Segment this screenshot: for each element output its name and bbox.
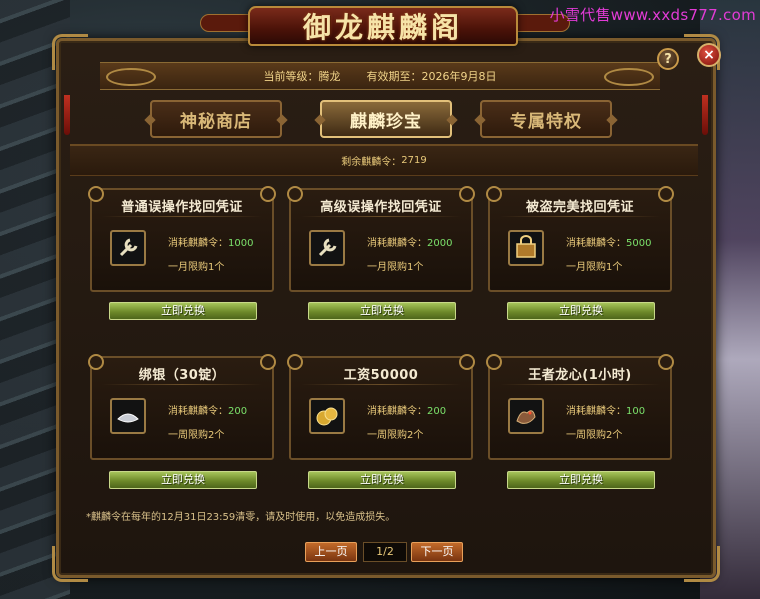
item-limit: 一周限购2个: [566, 430, 623, 441]
item-limit: 一周限购2个: [168, 430, 225, 441]
corner-ornament: [52, 34, 88, 70]
redeem-button[interactable]: 立即兑换: [308, 471, 456, 489]
chest-icon: [508, 230, 544, 266]
help-button[interactable]: ?: [657, 48, 679, 70]
tassel-ornament: [64, 95, 70, 135]
item-cost: 消耗麒麟令：5000: [566, 238, 652, 249]
pagination: 上一页 1/2 下一页: [305, 542, 465, 564]
dragon-heart-icon: [508, 398, 544, 434]
item-cost: 消耗麒麟令：200: [168, 406, 248, 417]
item-limit: 一周限购2个: [367, 430, 424, 441]
reset-notice: *麒麟令在每年的12月31日23:59清零，请及时使用，以免造成损失。: [86, 512, 396, 523]
item-cost: 消耗麒麟令：200: [367, 406, 447, 417]
item-limit: 一月限购1个: [367, 262, 424, 273]
tab-mystery-shop[interactable]: 神秘商店: [150, 100, 282, 138]
watermark: 小雪代售www.xxds777.com: [549, 6, 756, 24]
shop-item-card: 普通误操作找回凭证 消耗麒麟令：1000 一月限购1个: [88, 186, 276, 292]
cloud-ornament-icon: [604, 68, 654, 86]
tab-qilin-treasure[interactable]: 麒麟珍宝: [320, 100, 452, 138]
redeem-button[interactable]: 立即兑换: [109, 302, 257, 320]
wrench-icon: [110, 230, 146, 266]
corner-ornament: [52, 546, 88, 582]
item-title: 工资50000: [343, 368, 419, 383]
redeem-button[interactable]: 立即兑换: [109, 471, 257, 489]
shop-item-card: 王者龙心(1小时) 消耗麒麟令：100 一周限购2个: [486, 354, 674, 460]
window-title: 御龙麒麟阁: [302, 11, 463, 44]
next-page-button[interactable]: 下一页: [411, 542, 463, 562]
item-cost: 消耗麒麟令：1000: [168, 238, 254, 249]
shop-item-card: 绑银（30锭） 消耗麒麟令：200 一周限购2个: [88, 354, 276, 460]
item-title: 被盗完美找回凭证: [525, 200, 634, 215]
wrench-icon: [309, 230, 345, 266]
cloud-ornament-icon: [106, 68, 156, 86]
gold-coins-icon: [309, 398, 345, 434]
item-title: 绑银（30锭）: [138, 368, 226, 383]
close-button[interactable]: ×: [697, 43, 721, 67]
item-limit: 一月限购1个: [566, 262, 623, 273]
shop-item-card: 高级误操作找回凭证 消耗麒麟令：2000 一月限购1个: [287, 186, 475, 292]
tab-bar: 神秘商店 麒麟珍宝 专属特权: [150, 100, 620, 142]
redeem-button[interactable]: 立即兑换: [507, 302, 655, 320]
redeem-button[interactable]: 立即兑换: [507, 471, 655, 489]
tab-exclusive-privilege[interactable]: 专属特权: [480, 100, 612, 138]
remaining-tokens-value: 2719: [401, 155, 427, 166]
prev-page-button[interactable]: 上一页: [305, 542, 357, 562]
shop-item-card: 工资50000 消耗麒麟令：200 一周限购2个: [287, 354, 475, 460]
player-info-bar: 当前等级：腾龙 有效期至：2026年9月8日: [100, 62, 660, 90]
item-limit: 一月限购1个: [168, 262, 225, 273]
item-title: 普通误操作找回凭证: [121, 200, 243, 215]
silver-ingot-icon: [110, 398, 146, 434]
window-title-banner: 御龙麒麟阁: [248, 6, 518, 46]
page-indicator: 1/2: [363, 542, 407, 562]
redeem-button[interactable]: 立即兑换: [308, 302, 456, 320]
corner-ornament: [684, 546, 720, 582]
shop-item-card: 被盗完美找回凭证 消耗麒麟令：5000 一月限购1个: [486, 186, 674, 292]
expire-info: 有效期至：2026年9月8日: [366, 70, 497, 83]
item-cost: 消耗麒麟令：2000: [367, 238, 453, 249]
item-title: 王者龙心(1小时): [528, 368, 632, 383]
item-cost: 消耗麒麟令：100: [566, 406, 646, 417]
level-info: 当前等级：腾龙: [263, 70, 341, 83]
remaining-tokens: 剩余麒麟令： 2719: [70, 144, 698, 176]
tassel-ornament: [702, 95, 708, 135]
item-title: 高级误操作找回凭证: [320, 200, 442, 215]
